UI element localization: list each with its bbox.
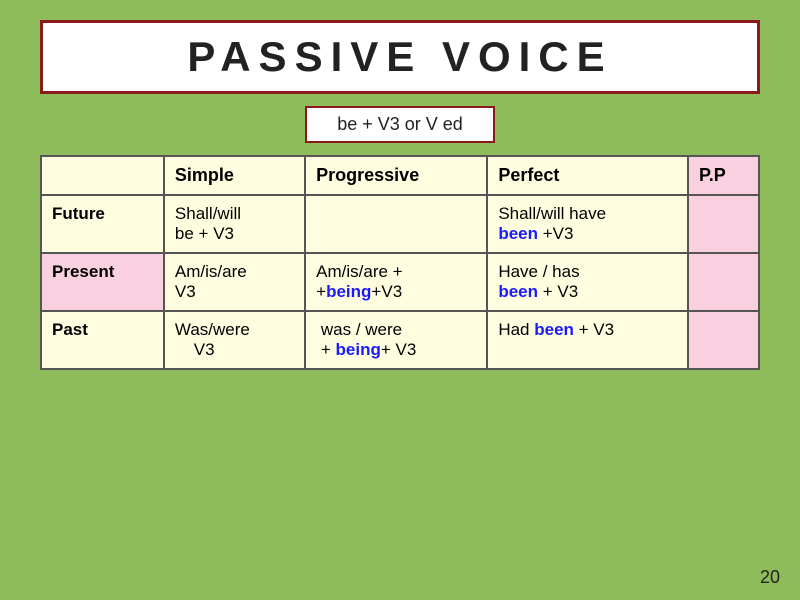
past-perfect-been: been — [534, 320, 574, 339]
future-pp — [688, 195, 759, 253]
present-pp — [688, 253, 759, 311]
present-progressive: Am/is/are ++being+V3 — [305, 253, 487, 311]
present-perfect-been: been — [498, 282, 538, 301]
formula-box: be + V3 or V ed — [305, 106, 495, 143]
page-title: PASSIVE VOICE — [187, 33, 612, 80]
present-prog-being: being — [326, 282, 371, 301]
future-simple: Shall/will be + V3 — [164, 195, 305, 253]
table-row-present: Present Am/is/are V3 Am/is/are ++being+V… — [41, 253, 759, 311]
present-perfect: Have / has been + V3 — [487, 253, 688, 311]
header-empty — [41, 156, 164, 195]
page-number: 20 — [760, 567, 780, 588]
past-prog-being: being — [336, 340, 381, 359]
future-progressive — [305, 195, 487, 253]
future-perfect-been: been — [498, 224, 538, 243]
header-simple: Simple — [164, 156, 305, 195]
past-label: Past — [41, 311, 164, 369]
present-simple: Am/is/are V3 — [164, 253, 305, 311]
page-container: PASSIVE VOICE be + V3 or V ed Simple Pro… — [0, 0, 800, 600]
table-row-past: Past Was/were V3 was / were + being+ V3 … — [41, 311, 759, 369]
title-box: PASSIVE VOICE — [40, 20, 760, 94]
present-label: Present — [41, 253, 164, 311]
future-label: Future — [41, 195, 164, 253]
formula-text: be + V3 or V ed — [337, 114, 463, 134]
passive-voice-table: Simple Progressive Perfect P.P Future Sh… — [40, 155, 760, 370]
past-pp — [688, 311, 759, 369]
future-perfect: Shall/will have been +V3 — [487, 195, 688, 253]
header-perfect: Perfect — [487, 156, 688, 195]
past-perfect: Had been + V3 — [487, 311, 688, 369]
past-progressive: was / were + being+ V3 — [305, 311, 487, 369]
table-row-future: Future Shall/will be + V3 Shall/will hav… — [41, 195, 759, 253]
past-simple: Was/were V3 — [164, 311, 305, 369]
header-progressive: Progressive — [305, 156, 487, 195]
header-pp: P.P — [688, 156, 759, 195]
table-header-row: Simple Progressive Perfect P.P — [41, 156, 759, 195]
